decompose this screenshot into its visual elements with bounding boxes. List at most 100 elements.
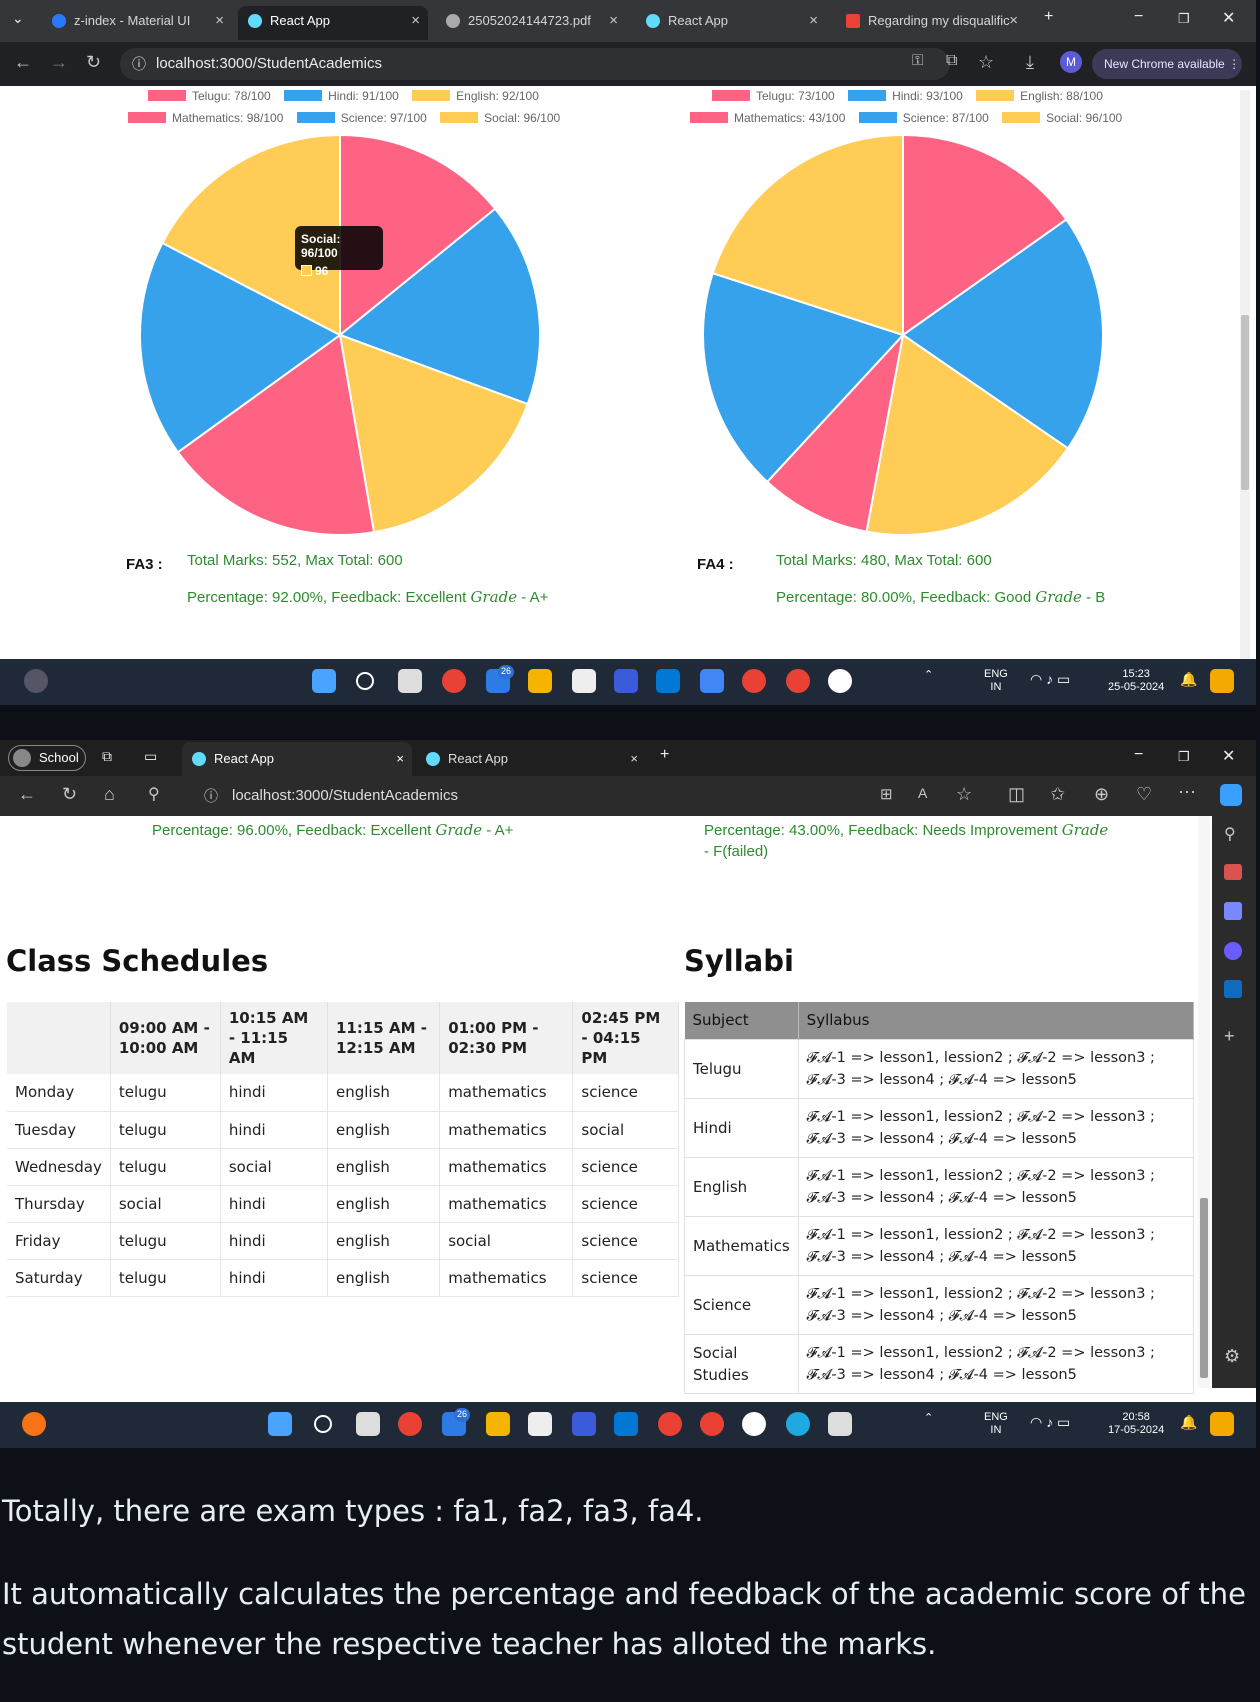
password-key-icon[interactable]: ⚿ [912,52,923,69]
back-icon[interactable]: ← [18,784,36,805]
close-tab-icon[interactable]: × [411,6,420,36]
outlook-icon[interactable] [1224,980,1242,998]
bell-icon[interactable]: 🔔 [1180,1415,1197,1429]
games-icon[interactable] [1224,902,1242,920]
search-icon[interactable] [356,672,374,690]
vscode-icon[interactable] [656,669,680,693]
widgets-icon[interactable] [24,669,48,693]
legend-item[interactable]: English: 88/100 [1020,89,1103,103]
restore-icon[interactable]: ❐ [1178,749,1190,765]
bell-icon[interactable]: 🔔 [1180,672,1197,686]
vscode-icon[interactable] [614,1412,638,1436]
new-tab-icon[interactable]: + [1044,8,1053,26]
app-icon[interactable] [614,669,638,693]
tab-z-index[interactable]: z-index - Material UI × [42,6,232,40]
read-aloud-icon[interactable]: A [918,785,927,801]
tab-pdf[interactable]: 25052024144723.pdf × [436,6,626,40]
search-icon[interactable] [314,1415,332,1433]
clock[interactable]: 20:58 17-05-2024 [1108,1411,1164,1437]
app-icon[interactable] [572,1412,596,1436]
chrome-canary-icon[interactable] [658,1412,682,1436]
profile-avatar[interactable]: M [1060,51,1082,73]
store-icon[interactable] [528,1412,552,1436]
favorite-star-icon[interactable]: ☆ [956,784,972,805]
input-lang[interactable]: ENG IN [984,668,1008,694]
task-view-icon[interactable] [356,1412,380,1436]
legend-item[interactable]: Science: 87/100 [903,111,989,125]
chrome-dev-icon[interactable] [786,669,810,693]
install-app-icon[interactable]: ⧉ [946,52,957,70]
legend-item[interactable]: Science: 97/100 [341,111,427,125]
new-tab-icon[interactable]: + [660,746,669,764]
snipping-tool-icon[interactable] [828,1412,852,1436]
chrome-icon[interactable] [398,1412,422,1436]
workspaces-icon[interactable]: ⧉ [102,748,112,765]
split-screen-icon[interactable]: ◫ [1008,784,1025,805]
windows-start-icon[interactable] [312,669,336,693]
tab-actions-icon[interactable]: ▭ [144,748,157,765]
copilot-icon[interactable] [1220,784,1242,806]
close-tab-icon[interactable]: × [215,6,224,36]
new-chrome-available-button[interactable]: New Chrome available ⋮ [1092,49,1242,79]
file-explorer-icon[interactable] [486,1412,510,1436]
widgets-icon[interactable] [22,1412,46,1436]
edge-icon[interactable] [786,1412,810,1436]
clock[interactable]: 15:23 25-05-2024 [1108,668,1164,694]
close-tab-icon[interactable]: × [396,742,404,776]
tools-icon[interactable] [1224,864,1242,880]
back-icon[interactable]: ← [14,52,32,73]
close-tab-icon[interactable]: × [630,742,638,776]
legend-item[interactable]: Social: 96/100 [484,111,560,125]
download-icon[interactable]: ⤓ [1026,52,1034,73]
tab-react-app[interactable]: React App × [636,6,826,40]
forward-icon[interactable]: → [50,52,68,73]
favorites-icon[interactable]: ✩ [1050,784,1065,805]
minimize-icon[interactable]: − [1134,746,1143,764]
sidebar-search-icon[interactable]: ⚲ [1224,824,1236,844]
search-icon[interactable]: ⚲ [148,784,160,804]
legend-item[interactable]: Hindi: 91/100 [328,89,399,103]
legend-item[interactable]: Mathematics: 98/100 [172,111,283,125]
chrome-dev-icon[interactable] [700,1412,724,1436]
close-tab-icon[interactable]: × [1009,6,1018,36]
copilot-icon[interactable] [1210,1412,1234,1436]
legend-item[interactable]: Hindi: 93/100 [892,89,963,103]
store-icon[interactable] [572,669,596,693]
legend-item[interactable]: English: 92/100 [456,89,539,103]
legend-item[interactable]: Social: 96/100 [1046,111,1122,125]
microsoft365-icon[interactable] [1224,942,1242,960]
minimize-icon[interactable]: − [1134,8,1143,26]
bookmark-star-icon[interactable]: ☆ [978,52,994,73]
tab-gmail[interactable]: Regarding my disqualific × [836,6,1026,40]
close-window-icon[interactable]: ✕ [1222,746,1235,766]
mongodb-icon[interactable] [828,669,852,693]
legend-item[interactable]: Telugu: 73/100 [756,89,835,103]
reload-icon[interactable]: ↻ [86,52,101,73]
scrollbar-thumb[interactable] [1241,315,1249,490]
more-menu-icon[interactable]: ⋯ [1178,782,1196,803]
tab-react-app-active[interactable]: React App × [182,742,412,776]
url-field[interactable]: ⓘ localhost:3000/StudentAcademics [120,48,950,80]
wifi-icon[interactable]: ◠ ♪ ▭ [1030,672,1070,686]
task-view-icon[interactable] [398,669,422,693]
show-hidden-icons[interactable]: ⌃ [924,669,933,682]
tab-react-app-active[interactable]: React App × [238,6,428,40]
notepad-icon[interactable] [700,669,724,693]
chrome-canary-icon[interactable] [742,669,766,693]
restore-icon[interactable]: ❐ [1178,11,1190,27]
fa3-pie-chart[interactable] [135,130,545,540]
show-hidden-icons[interactable]: ⌃ [924,1412,933,1425]
add-sidebar-app-icon[interactable]: + [1224,1026,1235,1047]
fa4-pie-chart[interactable] [698,130,1108,540]
close-window-icon[interactable]: ✕ [1222,8,1235,28]
windows-start-icon[interactable] [268,1412,292,1436]
scrollbar-thumb[interactable] [1200,1198,1208,1378]
collections-icon[interactable]: ⊕ [1094,784,1109,805]
legend-item[interactable]: Telugu: 78/100 [192,89,271,103]
mongodb-icon[interactable] [742,1412,766,1436]
close-tab-icon[interactable]: × [809,6,818,36]
wifi-icon[interactable]: ◠ ♪ ▭ [1030,1415,1070,1429]
file-explorer-icon[interactable] [528,669,552,693]
sidebar-settings-icon[interactable]: ⚙ [1224,1346,1240,1367]
profile-button[interactable]: School [8,745,86,771]
